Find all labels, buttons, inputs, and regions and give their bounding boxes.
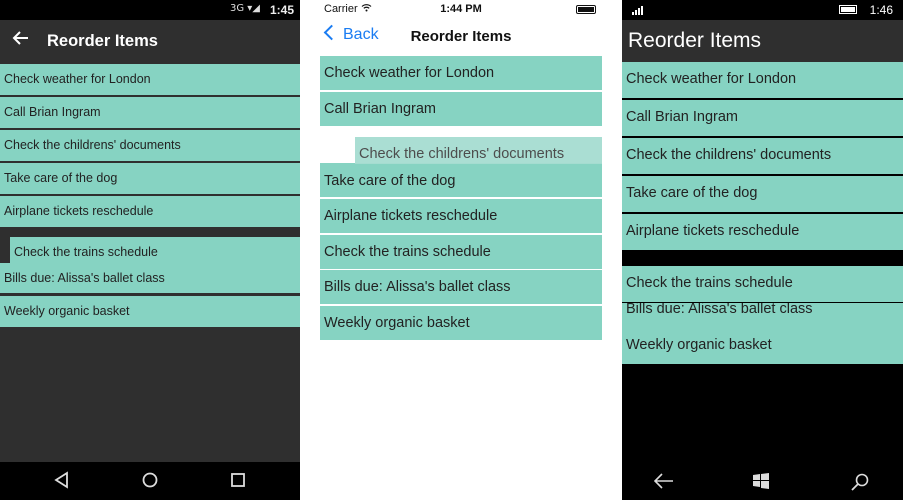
signal-icon bbox=[632, 6, 643, 15]
list-item[interactable]: Airplane tickets reschedule bbox=[320, 199, 602, 233]
battery-icon bbox=[576, 5, 596, 14]
toolbar: Reorder Items bbox=[0, 20, 300, 62]
status-bar: Carrier 1:44 PM bbox=[300, 0, 622, 20]
page-title: Reorder Items bbox=[47, 32, 158, 50]
list-item[interactable]: Check weather for London bbox=[320, 56, 602, 90]
navigation-bar bbox=[622, 462, 903, 500]
list-item[interactable]: Weekly organic basket bbox=[622, 328, 903, 364]
navigation-bar: Back Reorder Items bbox=[300, 20, 622, 56]
list-item[interactable]: Bills due: Alissa's ballet class bbox=[622, 303, 903, 328]
page-title: Reorder Items bbox=[410, 28, 512, 45]
list-item[interactable]: Bills due: Alissa's ballet class bbox=[0, 263, 300, 293]
windows-start-icon[interactable] bbox=[752, 472, 770, 490]
status-time: 1:46 bbox=[869, 3, 893, 17]
list-item[interactable]: Take care of the dog bbox=[622, 176, 903, 212]
dragging-list-item[interactable]: Check the trains schedule bbox=[622, 266, 903, 302]
status-bar: 1:46 bbox=[622, 0, 903, 20]
recent-apps-icon[interactable] bbox=[228, 470, 248, 490]
back-nav-icon[interactable] bbox=[52, 470, 72, 490]
list-item[interactable]: Weekly organic basket bbox=[0, 296, 300, 327]
home-icon[interactable] bbox=[140, 470, 160, 490]
list-item[interactable]: Call Brian Ingram bbox=[0, 97, 300, 128]
dragging-list-item[interactable]: Check the childrens' documents bbox=[355, 137, 602, 164]
page-title: Reorder Items bbox=[628, 29, 762, 52]
navigation-bar bbox=[0, 462, 300, 500]
signal-icon: 3G ▾◢ bbox=[230, 3, 260, 14]
list-item[interactable]: Bills due: Alissa's ballet class bbox=[320, 270, 602, 304]
list-item[interactable]: Airplane tickets reschedule bbox=[622, 214, 903, 250]
windows-app: 1:46 Reorder Items Check weather for Lon… bbox=[622, 0, 903, 500]
list-item[interactable]: Call Brian Ingram bbox=[622, 100, 903, 136]
list-item[interactable]: Check the trains schedule bbox=[320, 235, 602, 269]
list-item[interactable]: Check the childrens' documents bbox=[622, 138, 903, 174]
list-item[interactable]: Check weather for London bbox=[0, 64, 300, 95]
list-item[interactable]: Check the childrens' documents bbox=[0, 130, 300, 161]
back-arrow-icon[interactable] bbox=[12, 29, 32, 49]
back-nav-icon[interactable] bbox=[654, 472, 674, 490]
ios-app: Carrier 1:44 PM Back Reorder Items Check… bbox=[300, 0, 622, 500]
list-item[interactable]: Check weather for London bbox=[622, 62, 903, 98]
list-item[interactable]: Take care of the dog bbox=[0, 163, 300, 194]
status-bar: 3G ▾◢ 1:45 bbox=[0, 0, 300, 20]
status-time: 1:45 bbox=[269, 3, 294, 17]
status-time: 1:44 PM bbox=[440, 3, 482, 15]
list-item[interactable]: Take care of the dog bbox=[320, 163, 602, 197]
list-item[interactable]: Airplane tickets reschedule bbox=[0, 196, 300, 227]
battery-icon bbox=[839, 5, 857, 14]
android-app: 3G ▾◢ 1:45 Reorder Items Check weather f… bbox=[0, 0, 300, 500]
header: Reorder Items bbox=[622, 20, 903, 62]
search-icon[interactable] bbox=[850, 472, 870, 492]
list-item[interactable]: Weekly organic basket bbox=[320, 306, 602, 340]
list-item[interactable]: Call Brian Ingram bbox=[320, 92, 602, 126]
